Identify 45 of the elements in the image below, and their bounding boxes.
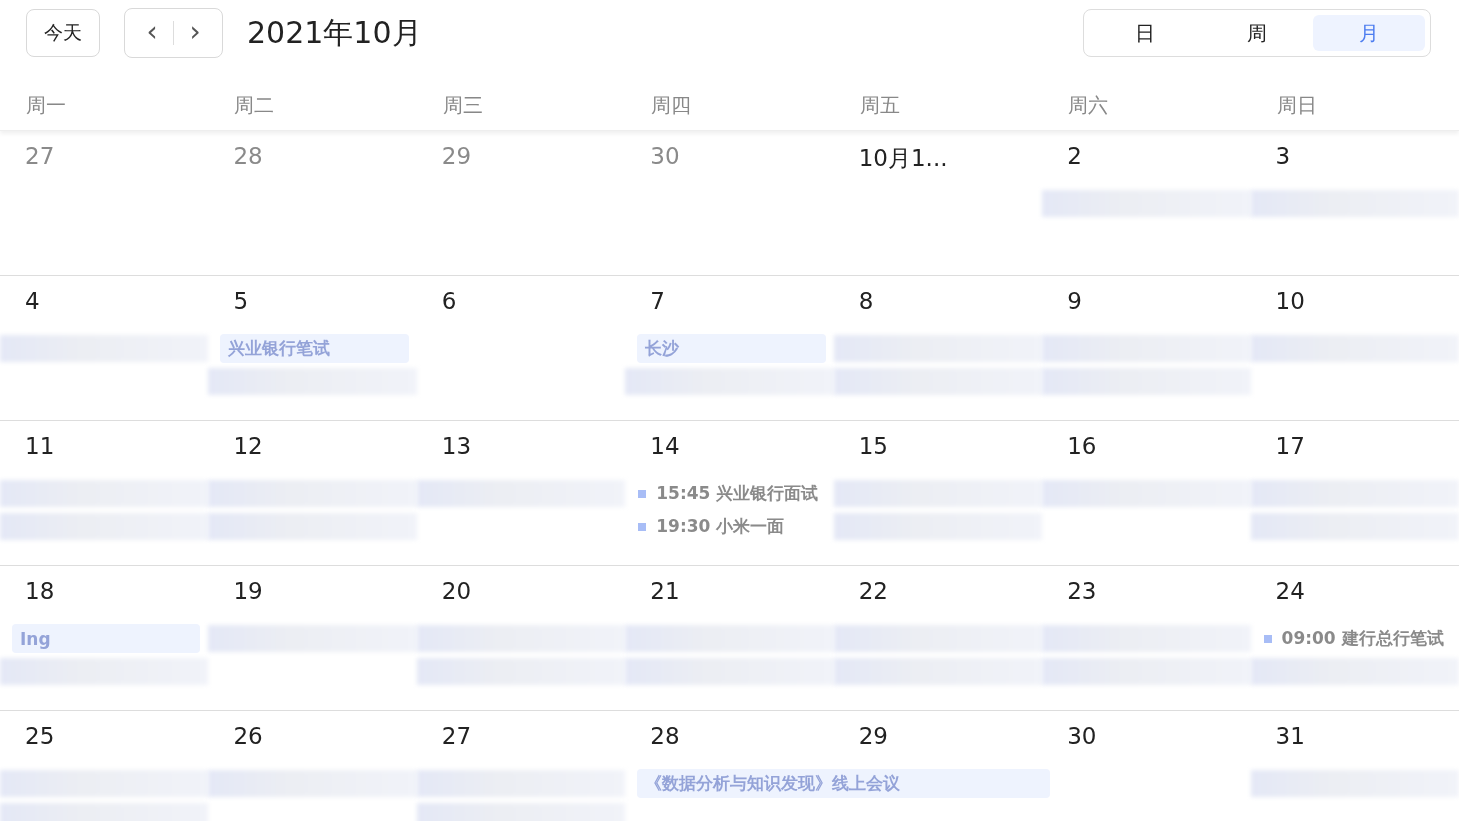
date-number[interactable]: 9 [1042,288,1082,332]
weekday-header: 周一 [25,91,67,119]
date-number[interactable]: 3 [1250,143,1291,187]
weekday-header: 周四 [650,91,693,119]
date-number[interactable]: 5 [208,288,249,332]
date-number[interactable]: 10月1... [833,143,948,187]
date-number[interactable]: 13 [416,433,472,477]
weekday-header: 周六 [1067,91,1110,119]
date-number[interactable]: 6 [416,288,457,332]
date-number[interactable]: 19 [208,578,263,622]
date-number[interactable]: 27 [416,723,472,767]
next-button[interactable]: › [178,14,212,52]
date-number[interactable]: 12 [208,433,263,477]
date-number[interactable]: 31 [1250,723,1305,767]
date-number[interactable]: 8 [833,288,874,332]
month-title: 2021年10月 [247,13,422,52]
weekday-header: 周五 [858,91,901,119]
date-number[interactable]: 11 [0,433,55,477]
date-number[interactable]: 28 [625,723,680,767]
date-number[interactable]: 7 [625,288,665,332]
date-number[interactable]: 23 [1042,578,1097,622]
today-button[interactable]: 今天 [26,9,100,57]
date-number[interactable]: 14 [625,433,680,477]
date-number[interactable]: 24 [1250,578,1305,622]
date-number[interactable]: 29 [833,723,888,767]
date-number[interactable]: 26 [208,723,263,767]
date-number[interactable]: 18 [0,578,55,622]
view-tab[interactable]: 周 [1201,15,1313,51]
weekday-header: 周日 [1275,91,1318,119]
date-number[interactable]: 25 [0,723,55,767]
prev-button[interactable]: ‹ [135,14,169,52]
date-number[interactable]: 16 [1042,433,1097,477]
date-number[interactable]: 17 [1250,433,1305,477]
weekday-header: 周三 [441,91,484,119]
weekday-header: 周二 [233,91,276,119]
date-number[interactable]: 2 [1042,143,1082,187]
date-number[interactable]: 15 [833,433,888,477]
date-number[interactable]: 4 [0,288,40,332]
date-number[interactable]: 30 [1042,723,1097,767]
date-number[interactable]: 21 [625,578,680,622]
view-tab[interactable]: 日 [1089,15,1201,51]
date-number[interactable]: 20 [416,578,472,622]
view-tab[interactable]: 月 [1313,15,1425,51]
date-number[interactable]: 10 [1250,288,1305,332]
date-number[interactable]: 22 [833,578,888,622]
